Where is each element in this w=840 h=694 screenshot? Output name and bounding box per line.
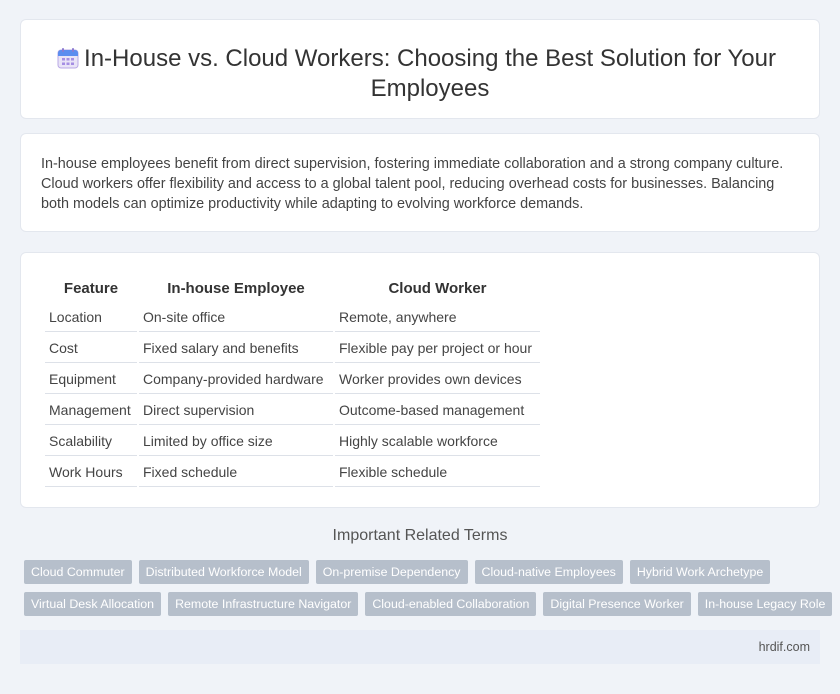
tag-cloud-enabled-collaboration[interactable]: Cloud-enabled Collaboration: [365, 592, 537, 616]
tag-in-house-legacy-role[interactable]: In-house Legacy Role: [697, 592, 833, 616]
header-card: In-House vs. Cloud Workers: Choosing the…: [20, 19, 820, 119]
tag-virtual-desk-allocation[interactable]: Virtual Desk Allocation: [24, 592, 162, 616]
tag-row: Cloud Commuter Distributed Workforce Mod…: [24, 560, 824, 584]
table-cell: Fixed salary and benefits: [139, 334, 333, 363]
table-cell: Company-provided hardware: [139, 365, 333, 394]
table-cell: Outcome-based management: [335, 396, 540, 425]
table-cell: Management: [45, 396, 137, 425]
table-cell: Cost: [45, 334, 137, 363]
intro-card: In-house employees benefit from direct s…: [20, 133, 820, 232]
tag-remote-infrastructure-navigator[interactable]: Remote Infrastructure Navigator: [168, 592, 359, 616]
table-row: Management Direct supervision Outcome-ba…: [45, 396, 540, 425]
table-cell: Remote, anywhere: [335, 303, 540, 332]
table-cell: Location: [45, 303, 137, 332]
tag-row: Virtual Desk Allocation Remote Infrastru…: [24, 592, 833, 616]
tag-cloud-native-employees[interactable]: Cloud-native Employees: [474, 560, 623, 584]
tag-cloud-commuter[interactable]: Cloud Commuter: [24, 560, 132, 584]
page-title: In-House vs. Cloud Workers: Choosing the…: [84, 45, 776, 102]
table-cell: Limited by office size: [139, 427, 333, 456]
table-cell: Fixed schedule: [139, 458, 333, 487]
tag-on-premise-dependency[interactable]: On-premise Dependency: [315, 560, 468, 584]
footer-site-link[interactable]: hrdif.com: [759, 640, 810, 654]
table-row: Work Hours Fixed schedule Flexible sched…: [45, 458, 540, 487]
table-row: Scalability Limited by office size Highl…: [45, 427, 540, 456]
column-header-cloud: Cloud Worker: [388, 280, 487, 297]
table-cell: Work Hours: [45, 458, 137, 487]
column-header-feature: Feature: [63, 280, 119, 297]
column-header-in-house: In-house Employee: [167, 280, 305, 297]
tag-digital-presence-worker[interactable]: Digital Presence Worker: [543, 592, 691, 616]
table-row: Location On-site office Remote, anywhere: [45, 303, 540, 332]
related-terms-heading: Important Related Terms: [332, 527, 508, 544]
tag-distributed-workforce-model[interactable]: Distributed Workforce Model: [138, 560, 309, 584]
table-cell: Highly scalable workforce: [335, 427, 540, 456]
related-terms-list: Cloud Commuter Distributed Workforce Mod…: [24, 560, 833, 624]
table-cell: Scalability: [45, 427, 137, 456]
tag-hybrid-work-archetype[interactable]: Hybrid Work Archetype: [629, 560, 771, 584]
comparison-table: Feature In-house Employee Cloud Worker L…: [43, 275, 542, 489]
table-cell: Flexible pay per project or hour: [335, 334, 540, 363]
table-row: Equipment Company-provided hardware Work…: [45, 365, 540, 394]
table-row: Cost Fixed salary and benefits Flexible …: [45, 334, 540, 363]
table-cell: Worker provides own devices: [335, 365, 540, 394]
table-cell: Direct supervision: [139, 396, 333, 425]
comparison-card: Feature In-house Employee Cloud Worker L…: [20, 252, 820, 508]
table-cell: Equipment: [45, 365, 137, 394]
intro-paragraph: In-house employees benefit from direct s…: [41, 156, 784, 212]
table-cell: On-site office: [139, 303, 333, 332]
table-header-row: Feature In-house Employee Cloud Worker: [45, 277, 540, 301]
table-cell: Flexible schedule: [335, 458, 540, 487]
footer: hrdif.com: [20, 630, 820, 664]
